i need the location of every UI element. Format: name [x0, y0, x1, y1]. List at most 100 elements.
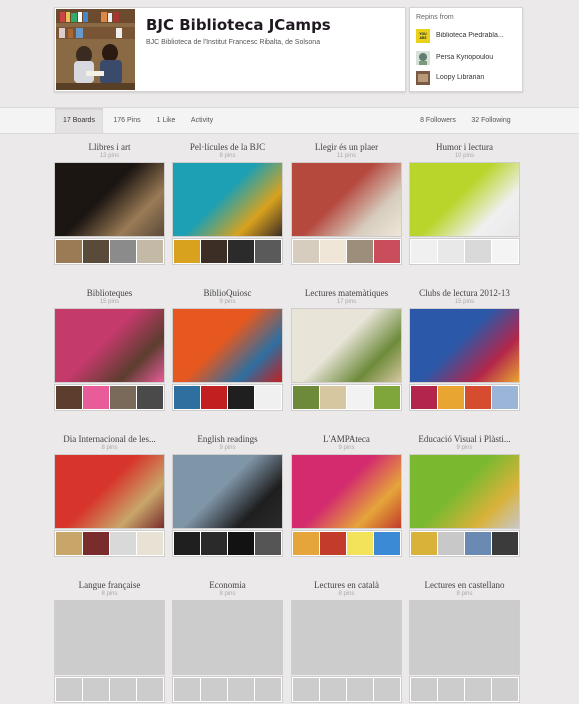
board-card[interactable]: Economia 8 pins: [172, 580, 283, 704]
board-cover-image[interactable]: [409, 162, 520, 237]
board-cover-image[interactable]: [291, 600, 402, 675]
board-title[interactable]: Pel·lícules de la BJC: [162, 142, 293, 152]
board-thumbnail: [438, 240, 464, 263]
board-title[interactable]: Lectures en castellano: [399, 580, 530, 590]
board-title[interactable]: Educació Visual i Plàsti...: [399, 434, 530, 444]
tab-pins[interactable]: 176 Pins: [106, 108, 148, 133]
board-card[interactable]: Lectures matemàtiques 17 pins: [291, 288, 402, 412]
board-thumbnail: [438, 678, 464, 701]
board-cover-image[interactable]: [54, 454, 165, 529]
board-cover-image[interactable]: [54, 162, 165, 237]
board-card[interactable]: Llegir és un plaer 11 pins: [291, 142, 402, 266]
repin-source[interactable]: YOU ARE Biblioteca Piedrabla...: [416, 29, 520, 43]
board-cover-image[interactable]: [291, 454, 402, 529]
board-title[interactable]: Biblioteques: [44, 288, 175, 298]
board-title[interactable]: Lectures matemàtiques: [281, 288, 412, 298]
board-pin-count: 10 pins: [454, 153, 475, 159]
board-thumbnail: [201, 240, 227, 263]
board-card[interactable]: Clubs de lectura 2012-13 15 pins: [409, 288, 520, 412]
library-photo: [56, 9, 135, 90]
board-title[interactable]: Llibres i art: [44, 142, 175, 152]
board-cover-image[interactable]: [172, 454, 283, 529]
board-cover-image[interactable]: [172, 600, 283, 675]
board-thumbnail: [438, 532, 464, 555]
board-thumbnail-strip: [291, 384, 402, 411]
profile-description: BJC Biblioteca de l'Institut Francesc Ri…: [146, 39, 321, 46]
board-card[interactable]: Lectures en castellano 8 pins: [409, 580, 520, 704]
board-card[interactable]: Langue française 8 pins: [54, 580, 165, 704]
tab-following[interactable]: 32 Following: [466, 108, 516, 133]
board-card[interactable]: BiblioQuiosc 9 pins: [172, 288, 283, 412]
avatar[interactable]: [56, 9, 135, 90]
board-thumbnail: [293, 240, 319, 263]
board-thumbnail-strip: [409, 530, 520, 557]
board-title[interactable]: Dia Internacional de les...: [44, 434, 175, 444]
board-card[interactable]: Educació Visual i Plàsti... 9 pins: [409, 434, 520, 558]
board-title[interactable]: Lectures en català: [281, 580, 412, 590]
board-thumbnail: [56, 240, 82, 263]
tab-followers[interactable]: 8 Followers: [416, 108, 460, 133]
repin-source-avatar: [416, 51, 430, 65]
board-cover-image[interactable]: [54, 308, 165, 383]
board-card[interactable]: Humor i lectura 10 pins: [409, 142, 520, 266]
board-card[interactable]: Pel·lícules de la BJC 8 pins: [172, 142, 283, 266]
board-thumbnail: [293, 532, 319, 555]
board-cover-image[interactable]: [409, 600, 520, 675]
board-thumbnail: [255, 678, 281, 701]
board-title[interactable]: Clubs de lectura 2012-13: [399, 288, 530, 298]
tab-boards[interactable]: 17 Boards: [55, 108, 103, 133]
board-thumbnail: [411, 532, 437, 555]
board-pin-count: 9 pins: [219, 445, 236, 451]
board-title[interactable]: Economia: [162, 580, 293, 590]
board-title[interactable]: Langue française: [44, 580, 175, 590]
board-thumbnail: [56, 532, 82, 555]
board-card[interactable]: Dia Internacional de les... 8 pins: [54, 434, 165, 558]
board-thumbnail: [174, 240, 200, 263]
board-cover-image[interactable]: [172, 162, 283, 237]
board-pin-count: 15 pins: [454, 299, 475, 305]
board-thumbnail: [465, 240, 491, 263]
board-thumbnail: [347, 386, 373, 409]
board-thumbnail: [465, 532, 491, 555]
board-thumbnail: [201, 386, 227, 409]
board-thumbnail: [83, 240, 109, 263]
board-thumbnail: [201, 532, 227, 555]
board-thumbnail-strip: [172, 238, 283, 265]
board-thumbnail: [228, 532, 254, 555]
board-thumbnail-strip: [172, 384, 283, 411]
board-title[interactable]: English readings: [162, 434, 293, 444]
board-card[interactable]: English readings 9 pins: [172, 434, 283, 558]
board-card[interactable]: L'AMPAteca 9 pins: [291, 434, 402, 558]
board-card[interactable]: Biblioteques 15 pins: [54, 288, 165, 412]
board-card[interactable]: Lectures en català 8 pins: [291, 580, 402, 704]
repin-source[interactable]: Persa Kyriopoulou: [416, 51, 520, 65]
repin-source-name: Persa Kyriopoulou: [436, 54, 494, 61]
board-title[interactable]: L'AMPAteca: [281, 434, 412, 444]
tab-likes[interactable]: 1 Like: [150, 108, 182, 133]
board-cover-image[interactable]: [409, 454, 520, 529]
board-pin-count: 11 pins: [337, 153, 356, 159]
board-cover-image[interactable]: [291, 308, 402, 383]
board-cover-image[interactable]: [172, 308, 283, 383]
board-title[interactable]: Humor i lectura: [399, 142, 530, 152]
tab-activity[interactable]: Activity: [184, 108, 220, 133]
board-thumbnail-strip: [54, 384, 165, 411]
profile-name: BJC Biblioteca JCamps: [146, 16, 331, 34]
repin-source[interactable]: Loopy Librarian: [416, 71, 520, 85]
board-cover-image[interactable]: [291, 162, 402, 237]
board-pin-count: 15 pins: [99, 299, 120, 305]
repin-source-name: Loopy Librarian: [436, 74, 485, 81]
board-card[interactable]: Llibres i art 13 pins: [54, 142, 165, 266]
board-title[interactable]: BiblioQuiosc: [162, 288, 293, 298]
board-thumbnail: [255, 240, 281, 263]
board-cover-image[interactable]: [54, 600, 165, 675]
board-pin-count: 9 pins: [456, 445, 473, 451]
board-pin-count: 9 pins: [219, 299, 236, 305]
board-thumbnail: [110, 240, 136, 263]
board-thumbnail: [465, 678, 491, 701]
board-thumbnail: [374, 386, 400, 409]
board-thumbnail: [492, 678, 518, 701]
board-thumbnail: [411, 678, 437, 701]
board-title[interactable]: Llegir és un plaer: [281, 142, 412, 152]
board-cover-image[interactable]: [409, 308, 520, 383]
